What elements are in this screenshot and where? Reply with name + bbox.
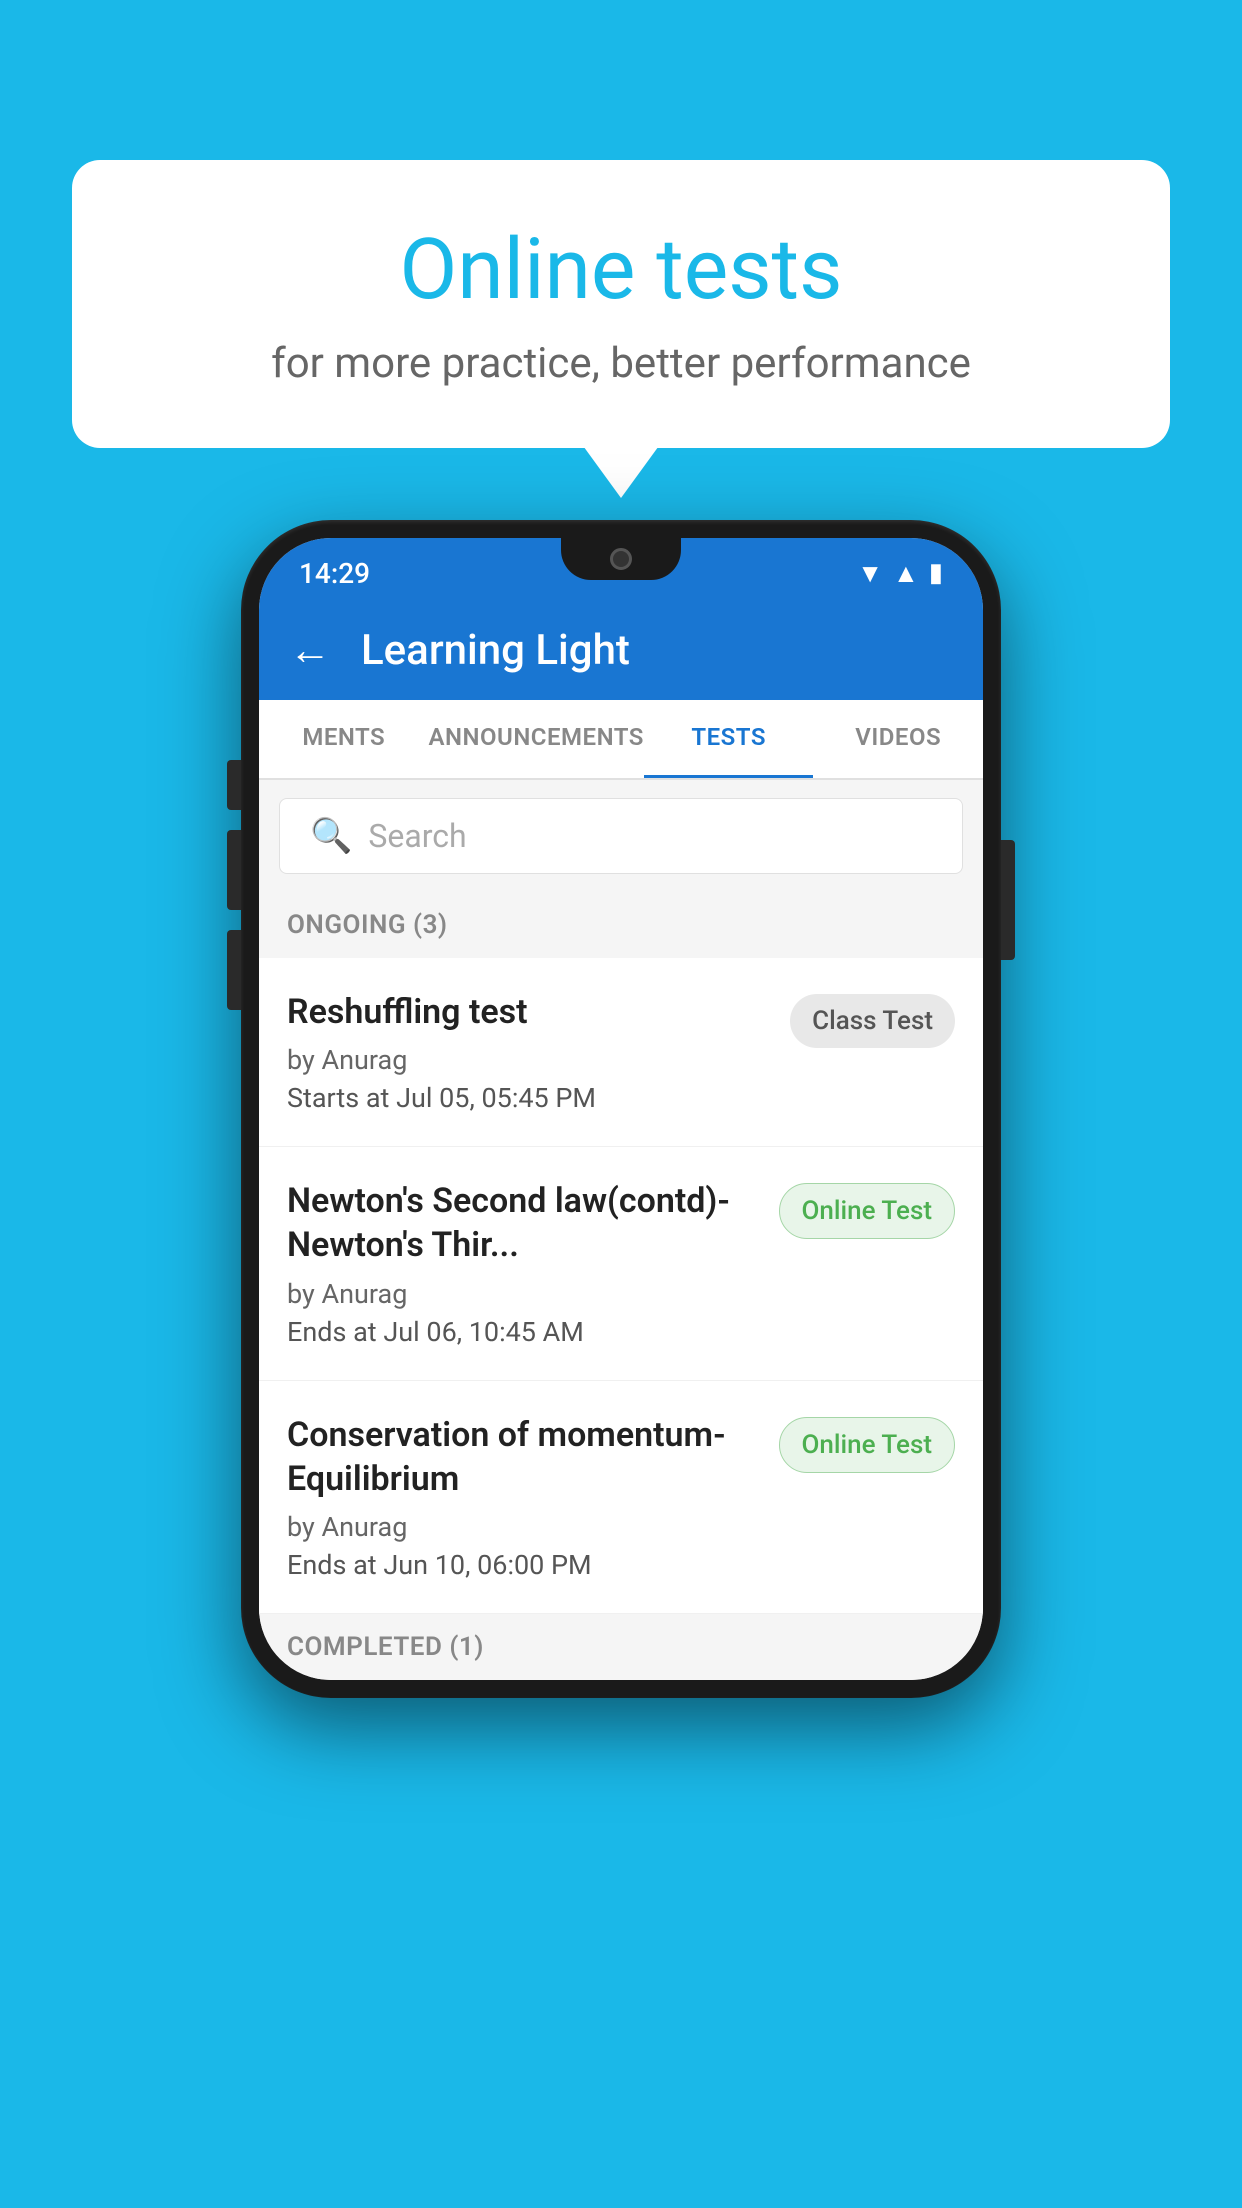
- wifi-icon: ▼: [857, 558, 883, 589]
- search-placeholder-text: Search: [368, 817, 466, 855]
- test-time-reshuffling: Starts at Jul 05, 05:45 PM: [287, 1082, 770, 1114]
- test-name-conservation: Conservation of momentum-Equilibrium: [287, 1413, 759, 1501]
- back-button[interactable]: ←: [289, 626, 331, 675]
- test-info-conservation: Conservation of momentum-Equilibrium by …: [287, 1413, 759, 1581]
- phone-notch: [561, 538, 681, 580]
- test-name-newton: Newton's Second law(contd)-Newton's Thir…: [287, 1179, 759, 1267]
- test-info-reshuffling: Reshuffling test by Anurag Starts at Jul…: [287, 990, 770, 1114]
- phone-mockup: 14:29 ▼ ▲ ▮ ← Learning Light MENTS ANNOU…: [241, 520, 1001, 1698]
- test-item-newton[interactable]: Newton's Second law(contd)-Newton's Thir…: [259, 1147, 983, 1380]
- test-badge-reshuffling: Class Test: [790, 994, 955, 1048]
- side-button-power: [1001, 840, 1015, 960]
- tab-bar: MENTS ANNOUNCEMENTS TESTS VIDEOS: [259, 700, 983, 780]
- test-name-reshuffling: Reshuffling test: [287, 990, 770, 1034]
- ongoing-section-header: ONGOING (3): [259, 892, 983, 958]
- test-author-conservation: by Anurag: [287, 1511, 759, 1543]
- test-info-newton: Newton's Second law(contd)-Newton's Thir…: [287, 1179, 759, 1347]
- test-list: Reshuffling test by Anurag Starts at Jul…: [259, 958, 983, 1614]
- tab-ments[interactable]: MENTS: [259, 700, 429, 778]
- test-badge-conservation: Online Test: [779, 1417, 956, 1473]
- signal-icon: ▲: [893, 558, 919, 589]
- phone-outer: 14:29 ▼ ▲ ▮ ← Learning Light MENTS ANNOU…: [241, 520, 1001, 1698]
- completed-section-header: COMPLETED (1): [259, 1614, 983, 1680]
- side-button-vol-up: [227, 830, 241, 910]
- app-title: Learning Light: [361, 626, 630, 675]
- test-item-conservation[interactable]: Conservation of momentum-Equilibrium by …: [259, 1381, 983, 1614]
- test-badge-newton: Online Test: [779, 1183, 956, 1239]
- test-author-newton: by Anurag: [287, 1278, 759, 1310]
- bubble-title: Online tests: [152, 220, 1090, 319]
- test-author-reshuffling: by Anurag: [287, 1044, 770, 1076]
- test-item-reshuffling[interactable]: Reshuffling test by Anurag Starts at Jul…: [259, 958, 983, 1147]
- search-input[interactable]: 🔍 Search: [279, 798, 963, 874]
- status-icons: ▼ ▲ ▮: [857, 558, 943, 589]
- bubble-subtitle: for more practice, better performance: [152, 339, 1090, 388]
- tab-videos[interactable]: VIDEOS: [813, 700, 983, 778]
- tab-tests[interactable]: TESTS: [644, 700, 814, 778]
- app-bar: ← Learning Light: [259, 600, 983, 700]
- side-button-vol-down: [227, 930, 241, 1010]
- test-time-conservation: Ends at Jun 10, 06:00 PM: [287, 1549, 759, 1581]
- phone-screen: 14:29 ▼ ▲ ▮ ← Learning Light MENTS ANNOU…: [259, 538, 983, 1680]
- speech-bubble: Online tests for more practice, better p…: [72, 160, 1170, 448]
- battery-icon: ▮: [929, 558, 943, 588]
- search-bar-container: 🔍 Search: [259, 780, 983, 892]
- search-icon: 🔍: [310, 816, 352, 856]
- front-camera: [610, 548, 632, 570]
- side-button-vol-toggle: [227, 760, 241, 810]
- test-time-newton: Ends at Jul 06, 10:45 AM: [287, 1316, 759, 1348]
- tab-announcements[interactable]: ANNOUNCEMENTS: [429, 700, 644, 778]
- status-time: 14:29: [299, 557, 370, 590]
